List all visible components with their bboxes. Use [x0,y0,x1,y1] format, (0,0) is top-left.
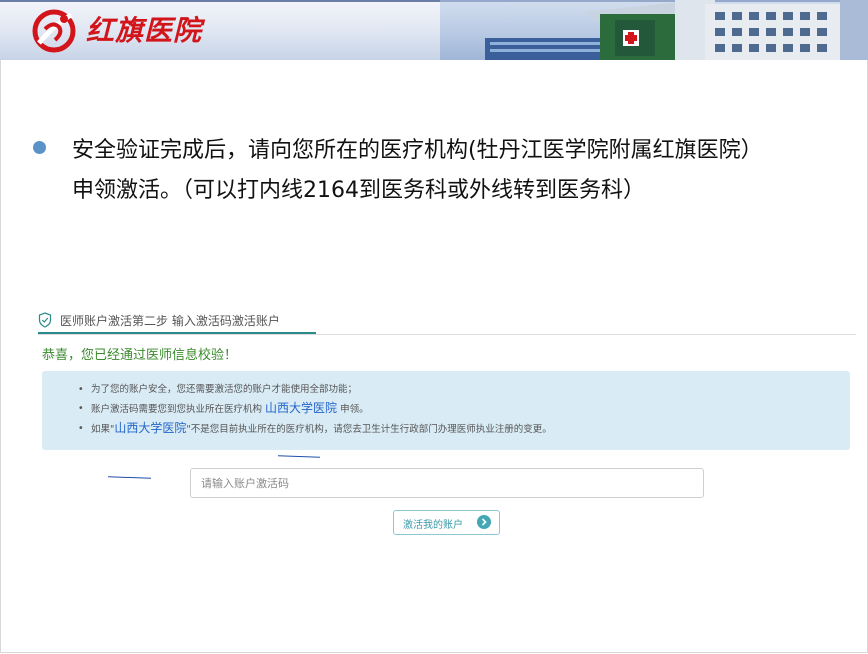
activation-code-input[interactable] [190,468,704,498]
header-banner: 红旗医院 [0,0,868,60]
shield-check-icon [38,312,52,328]
info-box: 为了您的账户安全，您还需要激活您的账户才能使用全部功能； 账户激活码需要您到您执… [42,371,850,450]
info-item: 为了您的账户安全，您还需要激活您的账户才能使用全部功能； [78,380,552,399]
hospital-building-image [440,0,868,60]
step-active-underline [38,332,316,334]
arrow-right-icon [477,515,491,529]
hospital-name: 山西大学医院 [265,401,338,415]
step-title: 医师账户激活第二步 输入激活码激活账户 [60,314,280,328]
success-message: 恭喜，您已经通过医师信息校验！ [42,348,238,363]
hospital-name: 山西大学医院 [114,421,187,435]
info-item: 如果"山西大学医院"不是您目前执业所在的医疗机构，请您去卫生计生行政部门办理医师… [78,419,552,439]
bullet-point-icon [33,141,46,154]
slide-bullet-text: 安全验证完成后，请向您所在的医疗机构(牡丹江医学院附属红旗医院） 申领激活。（可… [72,131,852,211]
bullet-line-2: 申领激活。（可以打内线2164到医务科或外线转到医务科） [72,178,645,203]
bullet-line-1: 安全验证完成后，请向您所在的医疗机构(牡丹江医学院附属红旗医院） [72,138,763,163]
hospital-name-logo: 红旗医院 [86,14,203,47]
hospital-logo-icon [32,9,76,53]
activate-account-button[interactable]: 激活我的账户 [393,510,500,535]
info-item: 账户激活码需要您到您执业所在医疗机构 山西大学医院 申领。 [78,399,552,419]
activate-button-label: 激活我的账户 [403,520,463,531]
info-list: 为了您的账户安全，您还需要激活您的账户才能使用全部功能； 账户激活码需要您到您执… [78,380,552,439]
